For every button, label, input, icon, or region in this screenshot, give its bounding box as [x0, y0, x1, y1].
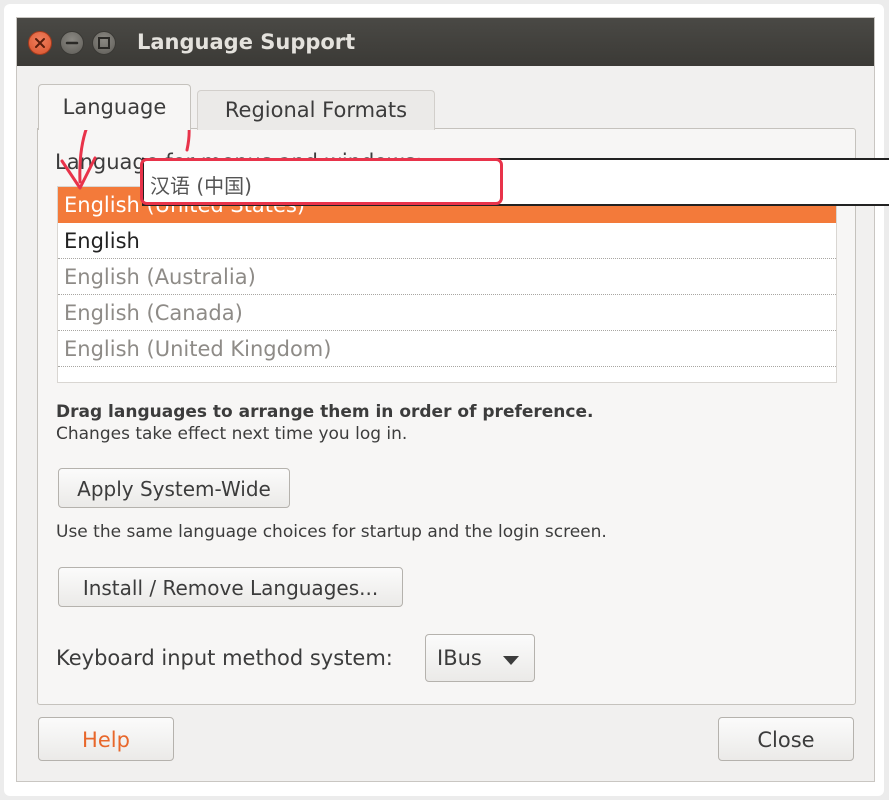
list-item[interactable]: English [58, 223, 836, 259]
install-remove-languages-button[interactable]: Install / Remove Languages... [58, 567, 403, 607]
annotation-highlight-box [140, 158, 503, 205]
window-minimize-button[interactable] [60, 31, 84, 55]
maximize-icon [98, 37, 110, 49]
keyboard-input-select[interactable]: IBus [425, 634, 535, 682]
help-button[interactable]: Help [38, 717, 174, 761]
window-maximize-button[interactable] [92, 31, 116, 55]
language-list[interactable]: English (United States) English English … [57, 186, 837, 383]
title-bar[interactable]: Language Support [17, 18, 874, 66]
keyboard-input-value: IBus [437, 646, 482, 670]
window-close-button[interactable] [28, 31, 52, 55]
apply-system-wide-button[interactable]: Apply System-Wide [58, 468, 290, 508]
list-item[interactable]: English (United Kingdom) [58, 331, 836, 367]
window-title: Language Support [137, 30, 356, 54]
list-item[interactable]: English (Australia) [58, 259, 836, 295]
list-item[interactable]: English (Canada) [58, 295, 836, 331]
chevron-down-icon [503, 656, 519, 665]
apply-description-text: Use the same language choices for startu… [56, 522, 607, 542]
close-icon [35, 38, 45, 48]
language-support-window: Language Support Regional Formats Langua… [16, 17, 875, 782]
tab-regional-formats[interactable]: Regional Formats [197, 90, 435, 130]
keyboard-input-label: Keyboard input method system: [56, 646, 393, 670]
effect-hint-text: Changes take effect next time you log in… [56, 424, 408, 444]
minimize-icon [65, 41, 79, 45]
close-button[interactable]: Close [718, 717, 854, 761]
drag-hint-text: Drag languages to arrange them in order … [56, 402, 594, 422]
tab-language[interactable]: Language [38, 84, 191, 130]
